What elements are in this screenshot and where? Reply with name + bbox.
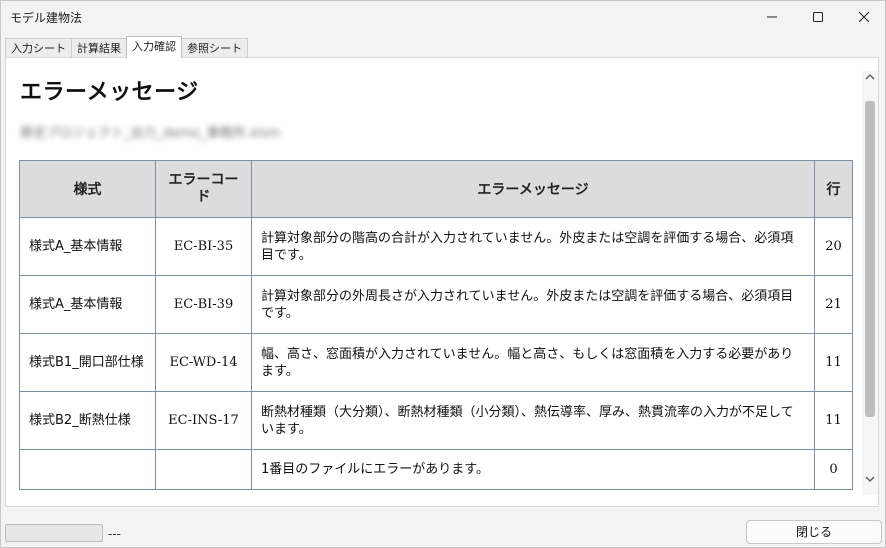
column-header-message: エラーメッセージ <box>251 160 815 218</box>
table-row: 様式B2_断熱仕様 EC-INS-17 断熱材種類（大分類）、断熱材種類（小分類… <box>19 391 853 450</box>
tab-input-check[interactable]: 入力確認 <box>126 36 182 58</box>
column-header-form: 様式 <box>19 160 156 218</box>
table-row: 様式A_基本情報 EC-BI-39 計算対象部分の外周長さが入力されていません。… <box>19 275 853 334</box>
tab-input-sheet[interactable]: 入力シート <box>5 38 72 58</box>
cell-row: 20 <box>814 217 853 276</box>
cell-message: 断熱材種類（大分類）、断熱材種類（小分類）、熱伝導率、厚み、熱貫流率の入力が不足… <box>251 391 815 450</box>
cell-row: 0 <box>814 449 853 490</box>
close-window-button[interactable] <box>841 1 886 33</box>
column-header-row: 行 <box>814 160 853 218</box>
column-header-code: エラーコード <box>155 160 252 218</box>
cell-row: 11 <box>814 391 853 450</box>
tab-reference-sheet[interactable]: 参照シート <box>181 38 248 58</box>
maximize-icon <box>813 12 823 22</box>
tab-calc-results[interactable]: 計算結果 <box>71 38 127 58</box>
cell-code: EC-INS-17 <box>155 391 252 450</box>
minimize-button[interactable] <box>749 1 795 33</box>
scroll-thumb[interactable] <box>865 101 875 417</box>
cell-form: 様式A_基本情報 <box>19 217 156 276</box>
cell-message: 計算対象部分の外周長さが入力されていません。外皮または空調を評価する場合、必須項… <box>251 275 815 334</box>
close-button[interactable]: 閉じる <box>746 520 882 544</box>
tab-bar: 入力シート 計算結果 入力確認 参照シート <box>5 36 248 58</box>
table-row: 様式A_基本情報 EC-BI-35 計算対象部分の階高の合計が入力されていません… <box>19 217 853 276</box>
status-text: --- <box>108 527 121 541</box>
table-row: 様式B1_開口部仕様 EC-WD-14 幅、高さ、窓面積が入力されていません。幅… <box>19 333 853 392</box>
chevron-up-icon <box>865 74 875 80</box>
cell-row: 11 <box>814 333 853 392</box>
cell-form <box>19 449 156 490</box>
page-title: エラーメッセージ <box>20 80 199 105</box>
content-panel: エラーメッセージ 算定プロジェクト_出力_demo_事務所.xlsm 様式 エラ… <box>5 57 879 507</box>
window-title: モデル建物法 <box>10 11 83 25</box>
chevron-down-icon <box>865 476 875 482</box>
cell-code: EC-BI-35 <box>155 217 252 276</box>
close-icon <box>859 12 869 22</box>
progress-bar <box>5 524 103 542</box>
cell-message: 幅、高さ、窓面積が入力されていません。幅と高さ、もしくは窓面積を入力する必要があ… <box>251 333 815 392</box>
cell-form: 様式B2_断熱仕様 <box>19 391 156 450</box>
maximize-button[interactable] <box>795 1 841 33</box>
cell-code: EC-BI-39 <box>155 275 252 334</box>
scroll-down-button[interactable] <box>864 475 876 485</box>
cell-message: 1番目のファイルにエラーがあります。 <box>251 449 815 490</box>
cell-code <box>155 449 252 490</box>
scroll-up-button[interactable] <box>864 73 876 83</box>
cell-form: 様式A_基本情報 <box>19 275 156 334</box>
table-header-row: 様式 エラーコード エラーメッセージ 行 <box>19 160 853 218</box>
title-bar[interactable]: モデル建物法 <box>1 1 885 33</box>
cell-message: 計算対象部分の階高の合計が入力されていません。外皮または空調を評価する場合、必須… <box>251 217 815 276</box>
cell-form: 様式B1_開口部仕様 <box>19 333 156 392</box>
status-bar: --- 閉じる <box>1 517 885 547</box>
error-table: 様式 エラーコード エラーメッセージ 行 様式A_基本情報 EC-BI-35 計… <box>19 160 853 490</box>
app-window: モデル建物法 入力シート 計算結果 入力確認 参照シート エラーメッセージ 算定… <box>0 0 886 548</box>
vertical-scrollbar[interactable] <box>862 71 878 495</box>
cell-code: EC-WD-14 <box>155 333 252 392</box>
minimize-icon <box>767 16 777 18</box>
table-row: 1番目のファイルにエラーがあります。 0 <box>19 449 853 490</box>
cell-row: 21 <box>814 275 853 334</box>
file-path: 算定プロジェクト_出力_demo_事務所.xlsm <box>20 126 281 141</box>
